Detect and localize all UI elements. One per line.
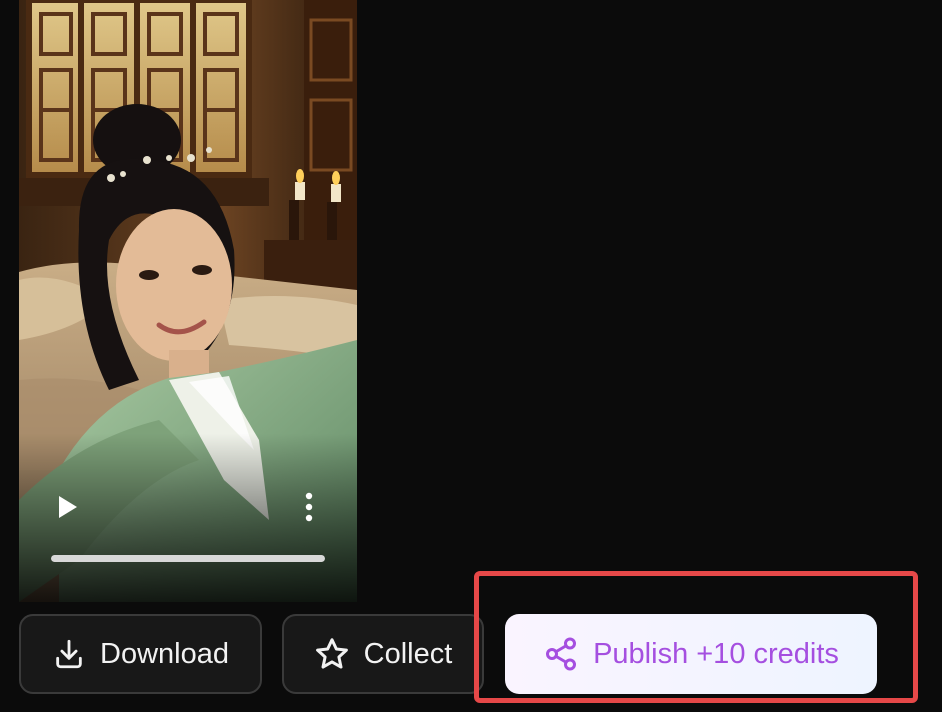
video-progress-bar[interactable] [51,555,325,562]
more-vertical-icon [305,492,313,522]
more-options-button[interactable] [299,492,319,522]
publish-button[interactable]: Publish +10 credits [505,614,877,694]
download-label: Download [100,637,229,670]
star-icon [314,636,350,672]
collect-button[interactable]: Collect [282,614,484,694]
download-icon [52,637,86,671]
download-button[interactable]: Download [19,614,262,694]
share-icon [543,636,579,672]
play-button[interactable] [57,494,79,520]
video-progress-fill [51,555,325,562]
collect-label: Collect [363,637,453,670]
publish-label: Publish +10 credits [593,637,839,670]
play-icon [59,496,77,518]
video-player[interactable] [19,0,357,602]
